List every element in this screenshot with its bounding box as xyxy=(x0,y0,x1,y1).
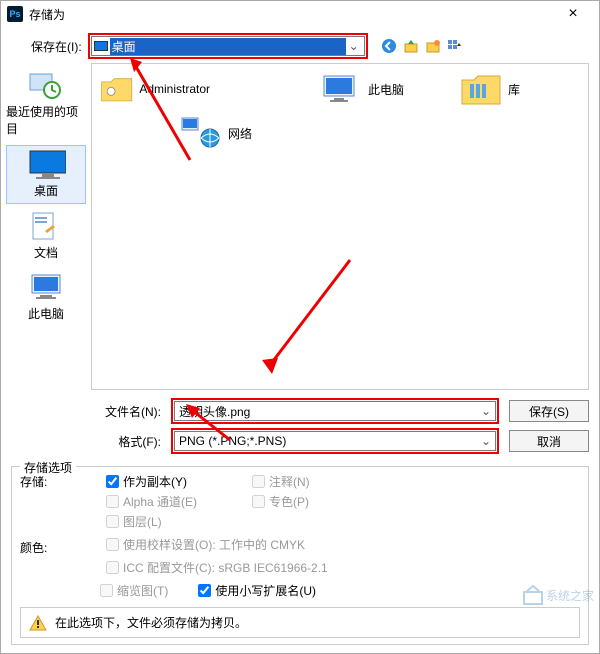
libraries-icon xyxy=(460,72,502,106)
chevron-down-icon: ⌄ xyxy=(481,434,491,448)
warning-bar: 在此选项下，文件必须存储为拷贝。 xyxy=(20,607,580,638)
place-documents[interactable]: 文档 xyxy=(6,208,86,265)
save-in-value: 桌面 xyxy=(110,38,346,55)
place-desktop[interactable]: 桌面 xyxy=(6,145,86,204)
chevron-down-icon: ⌄ xyxy=(346,39,362,53)
filename-label: 文件名(N): xyxy=(101,403,161,420)
cancel-button[interactable]: 取消 xyxy=(509,430,589,452)
file-label: Administrator xyxy=(139,82,210,96)
documents-icon xyxy=(26,212,66,242)
file-list[interactable]: Administrator 此电脑 库 网络 xyxy=(91,63,589,390)
save-button[interactable]: 保存(S) xyxy=(509,400,589,422)
places-bar: 最近使用的项目 桌面 文档 此电脑 xyxy=(1,63,91,390)
computer-icon xyxy=(320,72,362,106)
new-folder-icon[interactable] xyxy=(424,37,442,55)
format-label: 格式(F): xyxy=(101,433,161,450)
filename-highlight: 透明头像.png ⌄ xyxy=(171,398,499,424)
notes-checkbox: 注释(N) xyxy=(252,473,392,490)
desktop-icon-large xyxy=(26,150,66,180)
watermark: 系统之家 xyxy=(522,584,594,606)
save-in-label: 保存在(I): xyxy=(31,38,82,55)
watermark-icon xyxy=(522,584,544,606)
alpha-checkbox: Alpha 通道(E) xyxy=(106,493,246,510)
place-desktop-label: 桌面 xyxy=(34,182,58,199)
place-documents-label: 文档 xyxy=(34,244,58,261)
format-combo[interactable]: PNG (*.PNG;*.PNS) ⌄ xyxy=(174,431,496,451)
file-item-libraries[interactable]: 库 xyxy=(460,72,570,106)
save-in-combo-highlight: 桌面 ⌄ xyxy=(88,33,368,59)
place-recent-label: 最近使用的项目 xyxy=(6,103,86,137)
file-label: 网络 xyxy=(228,125,290,142)
place-thispc[interactable]: 此电脑 xyxy=(6,269,86,326)
file-label: 库 xyxy=(508,81,570,98)
file-item-network[interactable]: 网络 xyxy=(180,116,290,150)
icc-checkbox: ICC 配置文件(C): sRGB IEC61966-2.1 xyxy=(106,559,392,576)
spot-checkbox: 专色(P) xyxy=(252,493,392,510)
filename-input[interactable]: 透明头像.png ⌄ xyxy=(174,401,496,421)
warning-icon xyxy=(29,615,47,631)
file-item-thispc[interactable]: 此电脑 xyxy=(320,72,430,106)
save-options-group: 存储选项 存储: 作为副本(Y) 注释(N) Alpha 通道(E) 专色(P)… xyxy=(11,466,589,645)
file-item-admin[interactable]: Administrator xyxy=(100,72,210,106)
place-recent[interactable]: 最近使用的项目 xyxy=(6,67,86,141)
thispc-icon xyxy=(26,273,66,303)
file-label: 此电脑 xyxy=(368,81,430,98)
view-menu-icon[interactable] xyxy=(446,37,464,55)
user-folder-icon xyxy=(100,72,133,106)
save-in-combo[interactable]: 桌面 ⌄ xyxy=(91,36,365,56)
place-thispc-label: 此电脑 xyxy=(28,305,64,322)
close-button[interactable]: × xyxy=(553,5,593,23)
thumbnail-checkbox: 缩览图(T) xyxy=(100,582,168,599)
network-icon xyxy=(180,116,222,150)
photoshop-icon: Ps xyxy=(7,6,23,22)
chevron-down-icon: ⌄ xyxy=(481,404,491,418)
back-icon[interactable] xyxy=(380,37,398,55)
up-icon[interactable] xyxy=(402,37,420,55)
lowercase-ext-checkbox[interactable]: 使用小写扩展名(U) xyxy=(198,582,316,599)
dialog-title: 存储为 xyxy=(29,6,553,23)
desktop-icon xyxy=(94,41,108,51)
as-copy-checkbox[interactable]: 作为副本(Y) xyxy=(106,473,246,490)
options-title: 存储选项 xyxy=(20,459,76,476)
recent-icon xyxy=(26,71,66,101)
color-label: 颜色: xyxy=(20,539,100,556)
proof-checkbox: 使用校样设置(O): 工作中的 CMYK xyxy=(106,536,392,553)
layers-checkbox: 图层(L) xyxy=(106,513,246,530)
format-value: PNG (*.PNG;*.PNS) xyxy=(179,434,286,448)
filename-value: 透明头像.png xyxy=(179,403,250,420)
format-highlight: PNG (*.PNG;*.PNS) ⌄ xyxy=(171,428,499,454)
warning-text: 在此选项下，文件必须存储为拷贝。 xyxy=(55,614,247,631)
